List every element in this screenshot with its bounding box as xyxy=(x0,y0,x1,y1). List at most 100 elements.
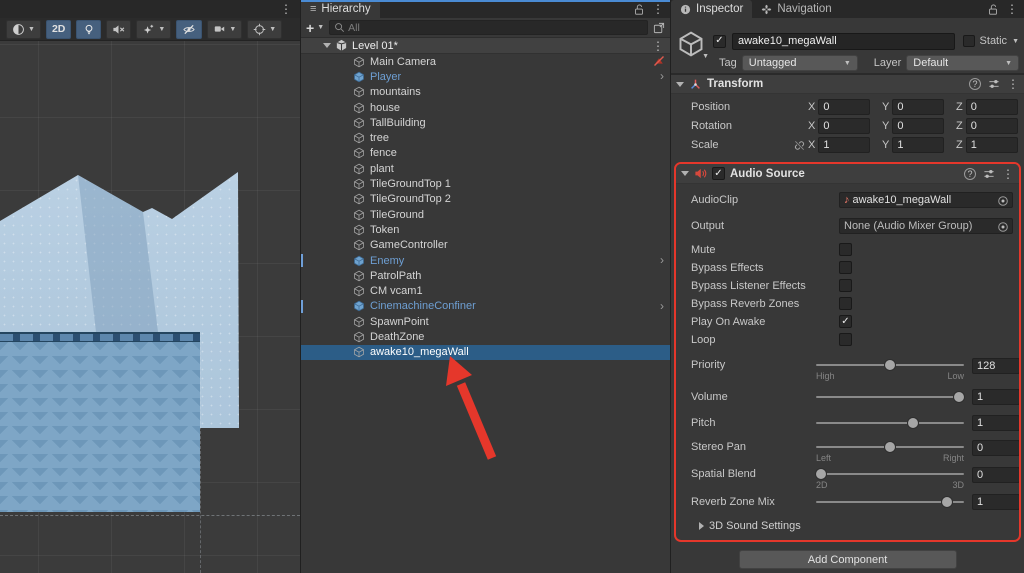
hidden-objects-toggle-button[interactable] xyxy=(176,19,203,39)
priority-value-field[interactable]: 128 xyxy=(972,358,1019,374)
add-component-button[interactable]: Add Component xyxy=(738,550,957,569)
lock-icon[interactable] xyxy=(633,3,645,16)
hierarchy-item-cm-vcam1[interactable]: CM vcam1 xyxy=(301,283,670,298)
hierarchy-item-token[interactable]: Token xyxy=(301,222,670,237)
lock-icon[interactable] xyxy=(987,3,999,16)
reverb-zone-mix-value-field[interactable]: 1 xyxy=(972,494,1019,510)
hierarchy-item-player[interactable]: Player › xyxy=(301,69,670,84)
bypass-effects-checkbox[interactable] xyxy=(839,261,852,274)
hierarchy-item-house[interactable]: house xyxy=(301,100,670,115)
hierarchy-item-enemy[interactable]: Enemy › xyxy=(301,253,670,268)
presets-icon[interactable] xyxy=(983,168,995,180)
slider-handle[interactable] xyxy=(908,418,919,428)
static-dropdown-arrow[interactable]: ▼ xyxy=(1012,38,1019,45)
component-kebab-icon[interactable]: ⋮ xyxy=(1002,168,1014,180)
foldout-open-icon[interactable] xyxy=(676,81,684,87)
scene-header-row[interactable]: Level 01* ⋮ xyxy=(301,38,670,54)
constrain-proportions-icon[interactable] xyxy=(793,139,808,152)
hierarchy-item-mountains[interactable]: mountains xyxy=(301,85,670,100)
hierarchy-item-plant[interactable]: plant xyxy=(301,161,670,176)
hidden-in-scene-icon[interactable] xyxy=(653,55,665,67)
tab-hierarchy[interactable]: ≡ Hierarchy xyxy=(301,0,380,18)
hierarchy-item-awake10-megawall[interactable]: awake10_megaWall xyxy=(301,344,670,360)
active-checkbox[interactable]: ✓ xyxy=(713,34,726,48)
component-enabled-checkbox[interactable]: ✓ xyxy=(712,167,725,180)
audioclip-object-field[interactable]: ♪ awake10_megaWall xyxy=(839,192,1013,208)
lighting-toggle-button[interactable] xyxy=(76,19,102,39)
gizmos-toggle-button[interactable]: ▼ xyxy=(247,19,283,39)
layer-dropdown[interactable]: Default ▼ xyxy=(906,55,1019,71)
foldout-open-icon[interactable] xyxy=(681,171,689,176)
shading-mode-button[interactable]: ▼ xyxy=(6,19,41,39)
hierarchy-item-deathzone[interactable]: DeathZone xyxy=(301,329,670,344)
prefab-expand-arrow[interactable]: › xyxy=(660,253,664,267)
rotation-x-field[interactable]: 0 xyxy=(818,118,870,134)
help-icon[interactable]: ? xyxy=(969,78,981,90)
bypass-listener-effects-checkbox[interactable] xyxy=(839,279,852,292)
scene-menu-kebab-icon[interactable]: ⋮ xyxy=(280,3,292,15)
hierarchy-item-spawnpoint[interactable]: SpawnPoint xyxy=(301,314,670,329)
hierarchy-item-tree[interactable]: tree xyxy=(301,130,670,145)
scene-kebab-icon[interactable]: ⋮ xyxy=(652,40,664,52)
pitch-slider[interactable] xyxy=(816,416,964,430)
hierarchy-item-tilegroundtop-1[interactable]: TileGroundTop 1 xyxy=(301,176,670,191)
stereo-pan-value-field[interactable]: 0 xyxy=(972,440,1019,456)
effects-toggle-button[interactable]: ▼ xyxy=(136,19,172,39)
slider-handle[interactable] xyxy=(941,497,952,507)
rotation-y-field[interactable]: 0 xyxy=(892,118,944,134)
slider-handle[interactable] xyxy=(954,392,964,402)
component-kebab-icon[interactable]: ⋮ xyxy=(1007,78,1019,90)
tab-inspector[interactable]: Inspector xyxy=(671,0,753,18)
gameobject-name-field[interactable] xyxy=(732,32,955,50)
slider-handle[interactable] xyxy=(816,469,826,479)
volume-value-field[interactable]: 1 xyxy=(972,389,1019,405)
scale-y-field[interactable]: 1 xyxy=(892,137,944,153)
hierarchy-menu-kebab-icon[interactable]: ⋮ xyxy=(652,3,664,15)
priority-slider[interactable]: High Low xyxy=(816,358,964,381)
hierarchy-item-fence[interactable]: fence xyxy=(301,146,670,161)
reverb-zone-mix-slider[interactable] xyxy=(816,495,964,509)
presets-icon[interactable] xyxy=(988,78,1000,90)
hierarchy-item-tileground[interactable]: TileGround xyxy=(301,207,670,222)
stereo-pan-slider[interactable]: Left Right xyxy=(816,440,964,463)
static-checkbox[interactable] xyxy=(962,35,975,47)
search-input[interactable] xyxy=(348,21,643,34)
audio-mute-toggle-button[interactable] xyxy=(106,19,132,39)
2d-toggle-button[interactable]: 2D xyxy=(45,19,72,39)
play-on-awake-checkbox[interactable]: ✓ xyxy=(839,315,852,328)
loop-checkbox[interactable] xyxy=(839,333,852,346)
transform-header[interactable]: Transform ? ⋮ xyxy=(671,74,1024,94)
bypass-reverb-zones-checkbox[interactable] xyxy=(839,297,852,310)
foldout-open-icon[interactable] xyxy=(323,43,331,48)
mute-checkbox[interactable] xyxy=(839,243,852,256)
output-object-field[interactable]: None (Audio Mixer Group) xyxy=(839,218,1013,234)
hierarchy-item-tallbuilding[interactable]: TallBuilding xyxy=(301,115,670,130)
tab-navigation[interactable]: Navigation xyxy=(752,0,840,18)
inspector-menu-kebab-icon[interactable]: ⋮ xyxy=(1006,3,1018,15)
scale-z-field[interactable]: 1 xyxy=(965,137,1018,153)
tag-dropdown[interactable]: Untagged ▼ xyxy=(741,55,858,71)
position-y-field[interactable]: 0 xyxy=(892,99,944,115)
rotation-z-field[interactable]: 0 xyxy=(965,118,1018,134)
spatial-blend-value-field[interactable]: 0 xyxy=(972,467,1019,483)
spatial-blend-slider[interactable]: 2D 3D xyxy=(816,467,964,490)
slider-handle[interactable] xyxy=(885,360,895,370)
object-picker-icon[interactable] xyxy=(997,221,1009,233)
help-icon[interactable]: ? xyxy=(964,167,976,180)
picker-window-icon[interactable] xyxy=(653,22,665,34)
position-x-field[interactable]: 0 xyxy=(818,99,870,115)
3d-sound-settings-foldout[interactable]: 3D Sound Settings xyxy=(691,518,1013,534)
scale-x-field[interactable]: 1 xyxy=(818,137,870,153)
hierarchy-item-main-camera[interactable]: Main Camera xyxy=(301,54,670,69)
gameobject-cube-icon[interactable]: ▼ xyxy=(677,29,709,60)
hierarchy-item-gamecontroller[interactable]: GameController xyxy=(301,238,670,253)
scene-viewport[interactable] xyxy=(0,41,300,573)
object-picker-icon[interactable] xyxy=(997,195,1009,207)
pitch-value-field[interactable]: 1 xyxy=(972,415,1019,431)
volume-slider[interactable] xyxy=(816,390,964,404)
prefab-expand-arrow[interactable]: › xyxy=(660,299,664,313)
slider-handle[interactable] xyxy=(885,442,895,452)
hierarchy-item-cinemachineconfiner[interactable]: CinemachineConfiner › xyxy=(301,299,670,314)
prefab-expand-arrow[interactable]: › xyxy=(660,70,664,83)
audio-source-header[interactable]: ✓ Audio Source ? ⋮ xyxy=(676,164,1019,184)
